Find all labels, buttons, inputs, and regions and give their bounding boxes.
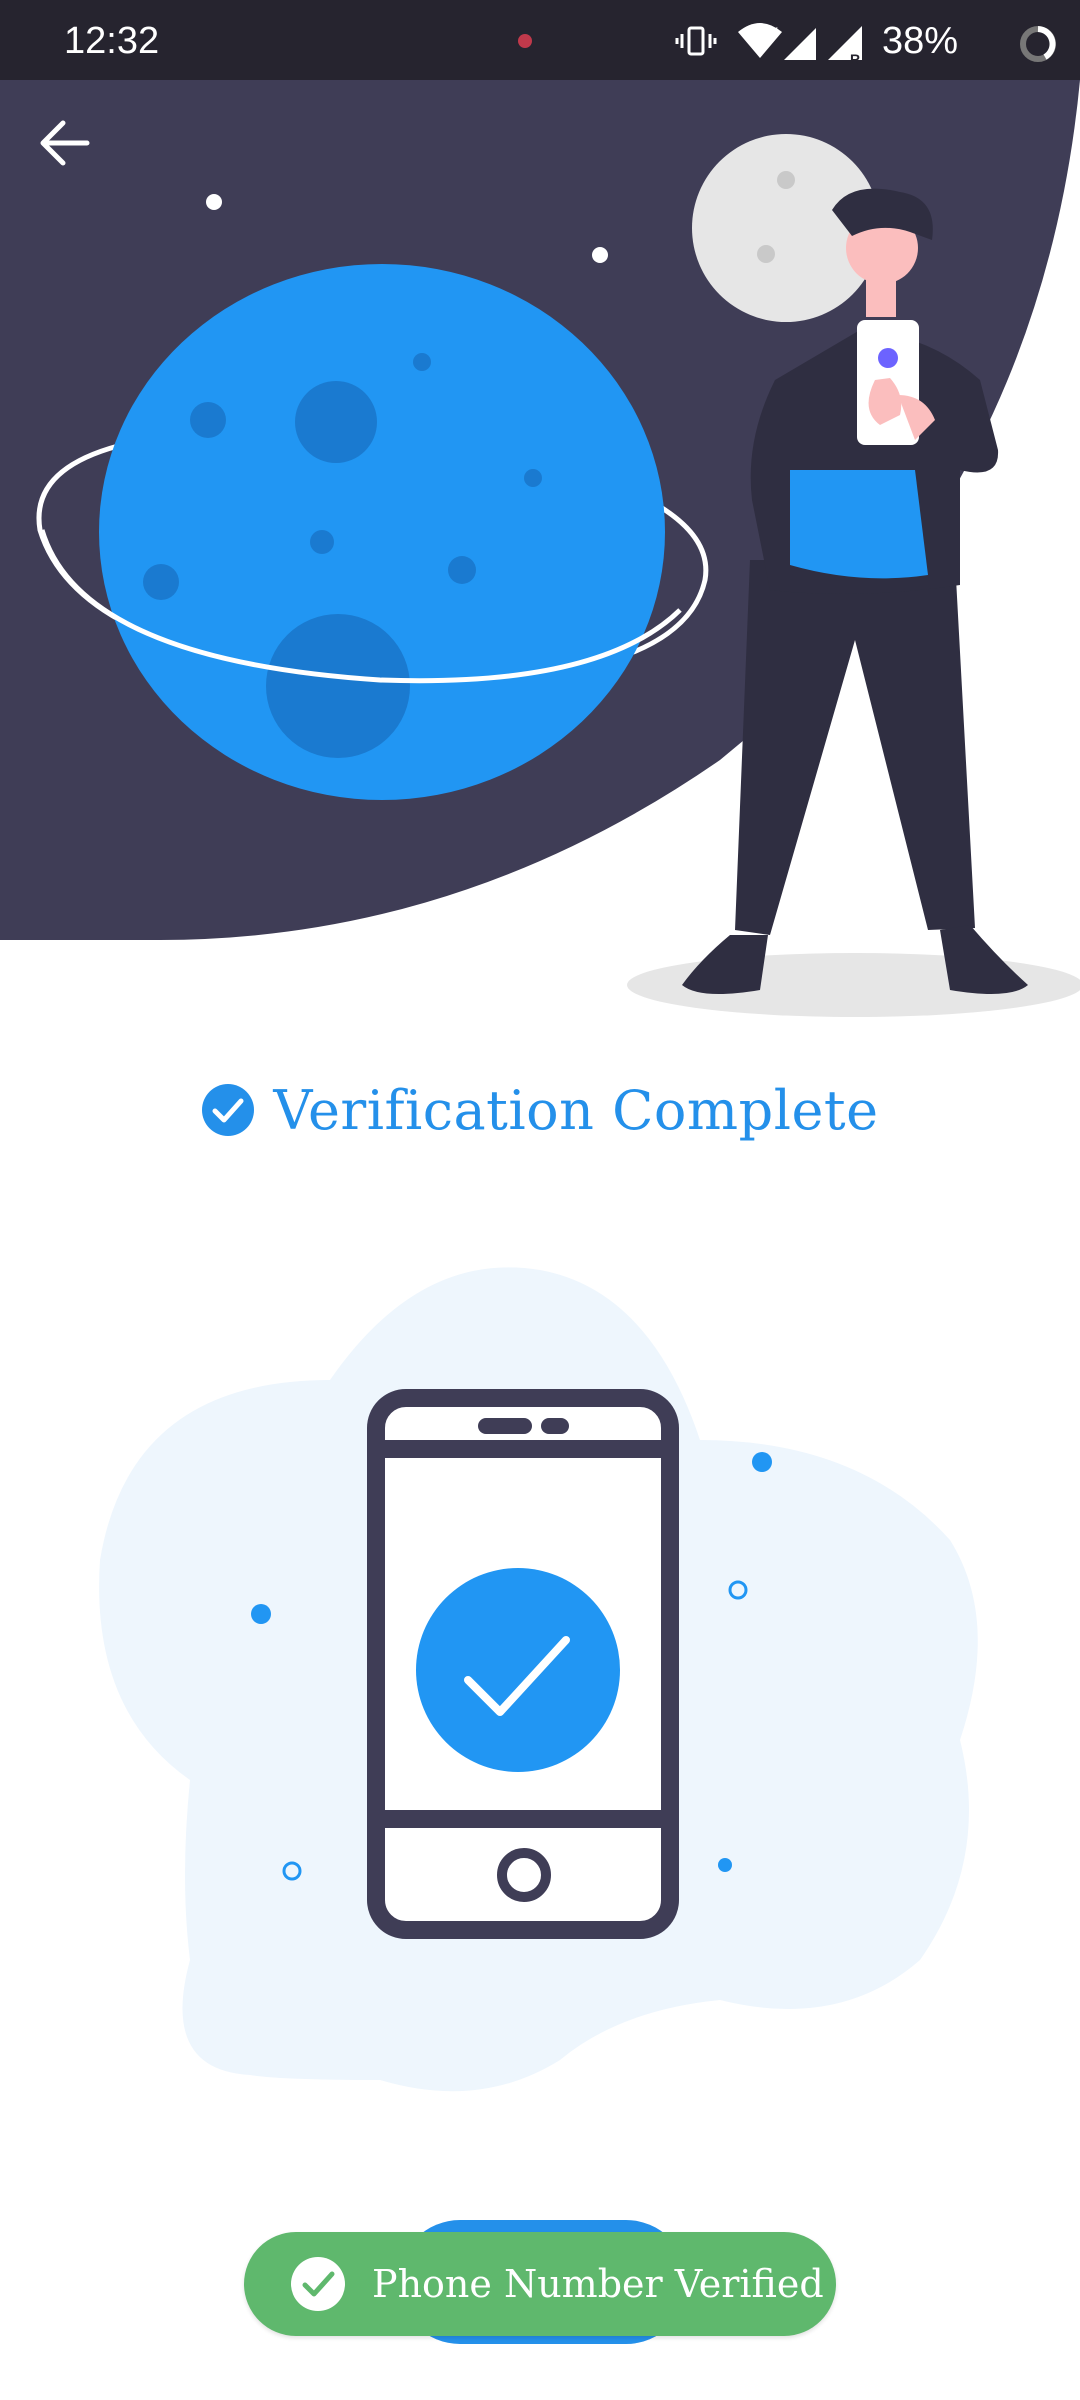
battery-percent: 38% [882, 20, 959, 62]
svg-text:R: R [850, 51, 860, 67]
notification-dot [518, 34, 532, 48]
battery-icon [1020, 26, 1056, 62]
phone-verified-illustration [0, 1260, 1080, 2110]
check-circle-icon [291, 2257, 345, 2311]
svg-text:x: x [770, 23, 778, 40]
checkmark-circle-icon [416, 1568, 620, 1772]
status-icons: x R 38% [660, 0, 1080, 80]
status-time: 12:32 [64, 20, 160, 62]
verification-title-row: Verification Complete [0, 1075, 1080, 1145]
toast-message: Phone Number Verified [372, 2262, 824, 2306]
vibrate-icon [675, 26, 717, 56]
check-circle-icon [202, 1084, 255, 1136]
page-title: Verification Complete [273, 1078, 879, 1142]
signal-icon [784, 28, 816, 60]
wifi-icon: x [738, 23, 782, 58]
status-bar: 12:32 x R 38% [0, 0, 1080, 80]
back-button[interactable] [30, 108, 100, 178]
hero-illustration [0, 80, 1080, 1020]
toast-notification: Phone Number Verified [244, 2232, 836, 2336]
signal-roaming-icon: R [828, 26, 862, 67]
arrow-left-icon [40, 120, 90, 166]
